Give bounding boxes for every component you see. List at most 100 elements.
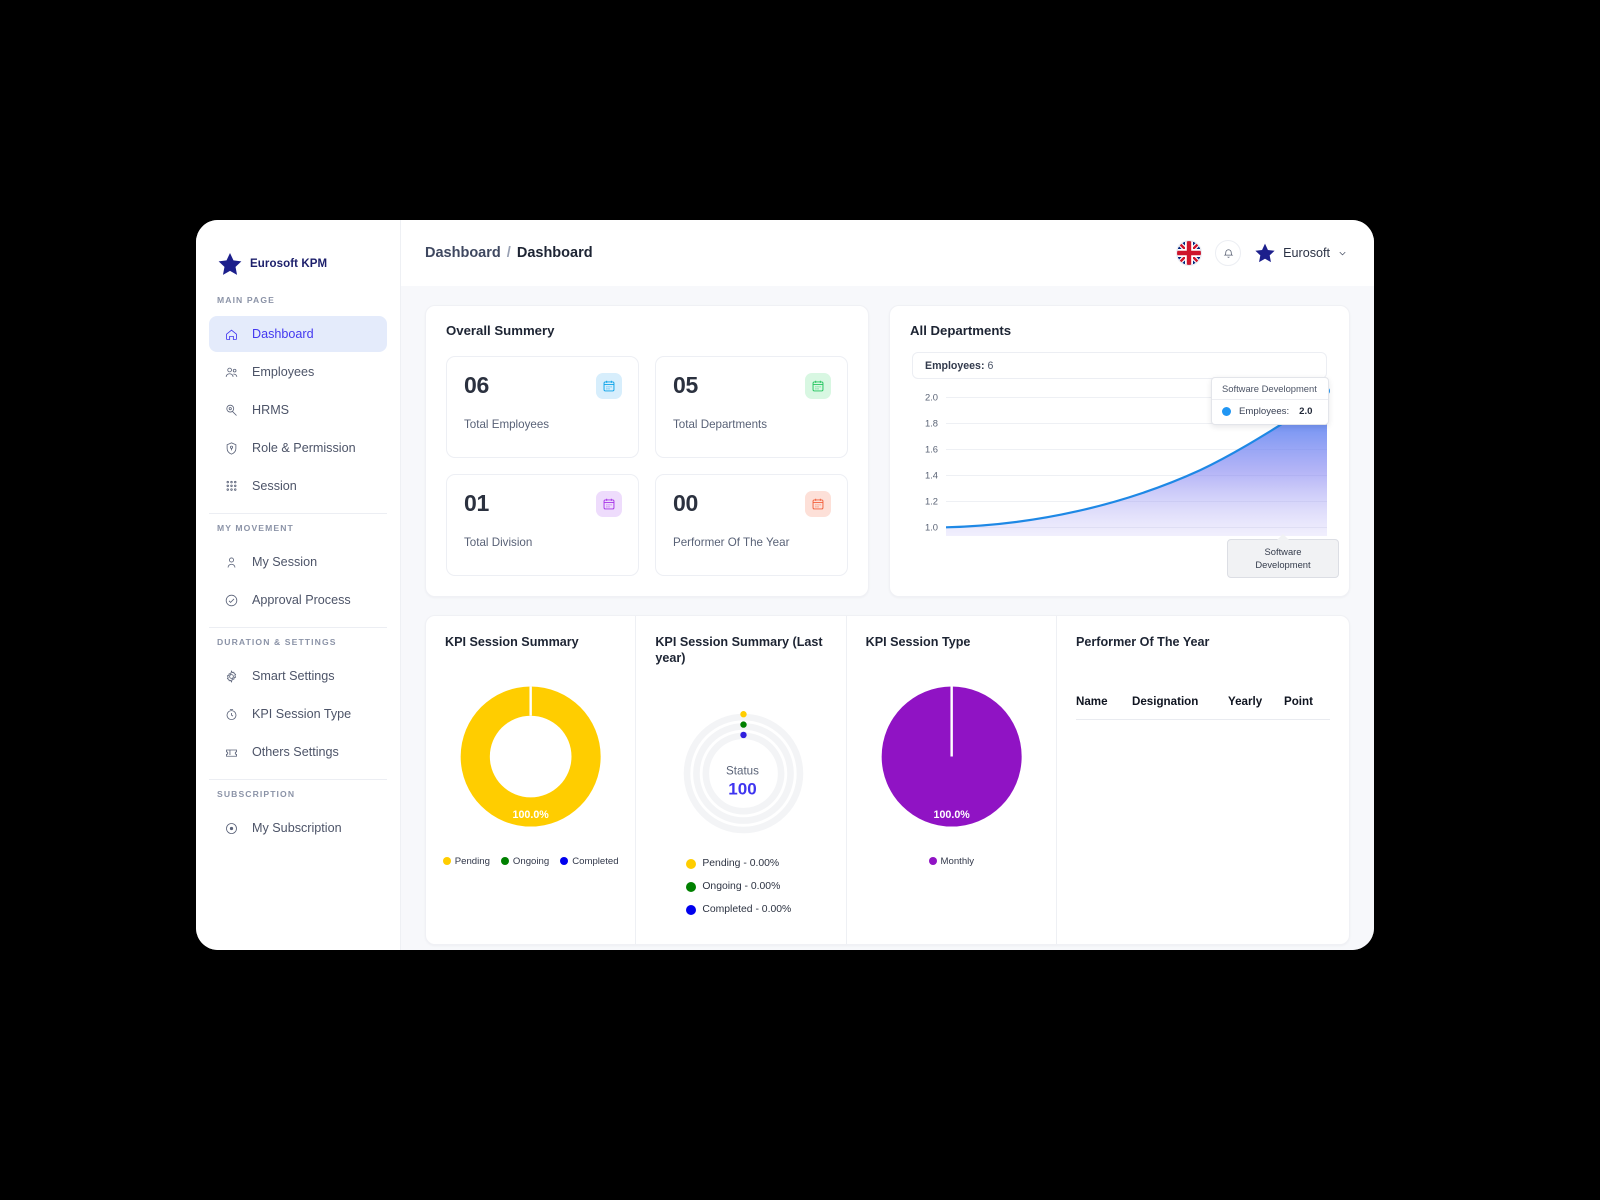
breadcrumb-current: Dashboard xyxy=(516,245,593,261)
sidebar-item-smart-settings[interactable]: Smart Settings xyxy=(209,658,387,694)
sidebar-item-my-session[interactable]: My Session xyxy=(209,544,387,580)
sidebar-item-label: KPI Session Type xyxy=(252,707,352,721)
sidebar-item-kpi-session-type[interactable]: KPI Session Type xyxy=(209,696,387,732)
legend-item[interactable]: Completed - 0.00% xyxy=(686,904,845,915)
clock-icon xyxy=(223,706,239,722)
sidebar-section-subscription: SUBSCRIPTION xyxy=(217,789,296,799)
breadcrumb: Dashboard / Dashboard xyxy=(425,245,593,261)
status-label: Status xyxy=(726,764,759,778)
sidebar-item-label: Employees xyxy=(252,365,315,379)
calendar-icon xyxy=(805,491,831,517)
sidebar-item-employees[interactable]: Employees xyxy=(209,354,387,390)
kpi-session-summary-legend: Pending Ongoing Completed xyxy=(426,856,635,867)
ticket-icon xyxy=(223,744,239,760)
y-tick: 1.0 xyxy=(924,521,938,533)
notifications-button[interactable] xyxy=(1215,240,1242,266)
donut-percent-label: 100.0% xyxy=(513,809,550,821)
panel-title: KPI Session Summary xyxy=(445,635,579,649)
legend-label: Completed xyxy=(572,855,619,867)
performer-table: Name Designation Yearly Point xyxy=(1075,694,1330,720)
sidebar-item-approval-process[interactable]: Approval Process xyxy=(209,582,387,618)
sidebar-item-label: Dashboard xyxy=(252,327,314,341)
column-header-point: Point xyxy=(1283,694,1313,708)
badge-icon xyxy=(223,402,239,418)
chart-legend-label: Employees: xyxy=(925,359,985,372)
kpi-session-summary-last-year-panel: KPI Session Summary (Last year) Status 1… xyxy=(636,616,847,944)
panel-title: KPI Session Type xyxy=(865,635,971,649)
legend-label: Pending - 0.00% xyxy=(702,858,780,870)
y-tick: 2.0 xyxy=(924,391,938,403)
star-icon xyxy=(218,252,242,275)
chart-legend-value: 6 xyxy=(987,359,994,372)
sidebar-item-my-subscription[interactable]: My Subscription xyxy=(209,810,387,846)
legend-label: Ongoing xyxy=(512,855,550,867)
legend-color-dot xyxy=(928,857,937,866)
sidebar-item-label: Others Settings xyxy=(252,745,339,759)
legend-item[interactable]: Pending - 0.00% xyxy=(686,858,845,869)
plot-area: Software Development Employees: 2.0 xyxy=(946,377,1330,536)
legend-color-dot xyxy=(686,881,697,892)
calendar-icon xyxy=(596,373,622,399)
stat-card-performer-of-the-year[interactable]: 00 Performer Of The Year xyxy=(655,474,848,576)
kpi-last-year-legend: Pending - 0.00% Ongoing - 0.00% Complete… xyxy=(636,858,845,915)
stat-card-total-departments[interactable]: 05 Total Departments xyxy=(655,356,848,458)
donut-chart: 100.0% xyxy=(460,686,601,827)
legend-color-dot xyxy=(686,858,697,869)
stat-card-total-employees[interactable]: 06 Total Employees xyxy=(446,356,639,458)
radial-center-label: Status 100 xyxy=(639,765,845,800)
chart-legend-bar[interactable]: Employees: 6 xyxy=(912,352,1327,379)
sidebar-item-role-permission[interactable]: Role & Permission xyxy=(209,430,387,466)
users-icon xyxy=(223,364,239,380)
tooltip-row: Employees: 2.0 xyxy=(1212,400,1328,424)
legend-item[interactable]: Ongoing - 0.00% xyxy=(686,881,845,892)
tooltip-title: Software Development xyxy=(1212,378,1328,400)
sidebar-item-label: Role & Permission xyxy=(252,441,356,455)
chart-tooltip: Software Development Employees: 2.0 xyxy=(1211,377,1329,425)
kpi-session-type-panel: KPI Session Type 100.0% Monthly xyxy=(847,616,1057,944)
legend-item[interactable]: Pending xyxy=(442,855,490,867)
pie-percent-label: 100.0% xyxy=(933,809,970,821)
stat-grid: 06 Total Employees 05 Total Departments xyxy=(426,338,868,576)
breadcrumb-parent[interactable]: Dashboard xyxy=(425,245,501,261)
stat-label: Total Division xyxy=(464,536,533,549)
topbar-actions: Eurosoft xyxy=(1176,240,1348,266)
circle-dot-icon xyxy=(223,820,239,836)
brand-logo[interactable]: Eurosoft KPM xyxy=(196,220,400,286)
star-icon xyxy=(1255,243,1275,263)
sidebar-item-session[interactable]: Session xyxy=(209,468,387,504)
column-header-name: Name xyxy=(1075,694,1108,708)
check-circle-icon xyxy=(223,592,239,608)
y-axis: 2.0 1.8 1.6 1.4 1.2 1.0 xyxy=(912,391,938,536)
departments-area-chart: 2.0 1.8 1.6 1.4 1.2 1.0 Software Develop… xyxy=(912,377,1339,579)
performer-of-the-year-panel: Performer Of The Year Name Designation Y… xyxy=(1057,616,1349,944)
legend-label: Pending xyxy=(454,855,490,867)
user-menu[interactable]: Eurosoft xyxy=(1254,242,1348,264)
all-departments-title: All Departments xyxy=(910,323,1012,338)
sidebar-item-label: Smart Settings xyxy=(252,669,335,683)
column-header-designation: Designation xyxy=(1131,694,1199,708)
summary-row: Overall Summery 06 Total Employees 05 To… xyxy=(425,305,1350,597)
legend-label: Completed - 0.00% xyxy=(702,904,792,916)
legend-color-dot xyxy=(686,904,697,915)
stat-card-total-division[interactable]: 01 Total Division xyxy=(446,474,639,576)
stat-label: Performer Of The Year xyxy=(673,536,790,549)
sidebar-section-duration-settings: DURATION & SETTINGS xyxy=(217,637,337,647)
sidebar: Eurosoft KPM MAIN PAGE Dashboard Employe… xyxy=(196,220,401,950)
chevron-down-icon xyxy=(1339,251,1346,255)
dashboard-content: Overall Summery 06 Total Employees 05 To… xyxy=(401,286,1374,950)
main-region: Dashboard / Dashboard Eurosoft Overall S… xyxy=(401,220,1374,950)
kpi-last-year-radial: Status 100 xyxy=(636,686,845,846)
user-icon xyxy=(223,554,239,570)
language-button[interactable] xyxy=(1176,240,1203,266)
sidebar-item-dashboard[interactable]: Dashboard xyxy=(209,316,387,352)
sidebar-section-my-movement: MY MOVEMENT xyxy=(217,523,294,533)
column-header-yearly: Yearly xyxy=(1227,694,1263,708)
all-departments-card: All Departments Employees: 6 2.0 1.8 1.6… xyxy=(889,305,1350,597)
legend-item[interactable]: Ongoing xyxy=(500,855,550,867)
legend-item[interactable]: Completed xyxy=(560,855,619,867)
sidebar-item-hrms[interactable]: HRMS xyxy=(209,392,387,428)
legend-item[interactable]: Monthly xyxy=(928,856,974,867)
uk-flag-icon xyxy=(1177,241,1202,265)
sidebar-item-others-settings[interactable]: Others Settings xyxy=(209,734,387,770)
x-axis-tooltip: Software Development xyxy=(1227,533,1339,579)
